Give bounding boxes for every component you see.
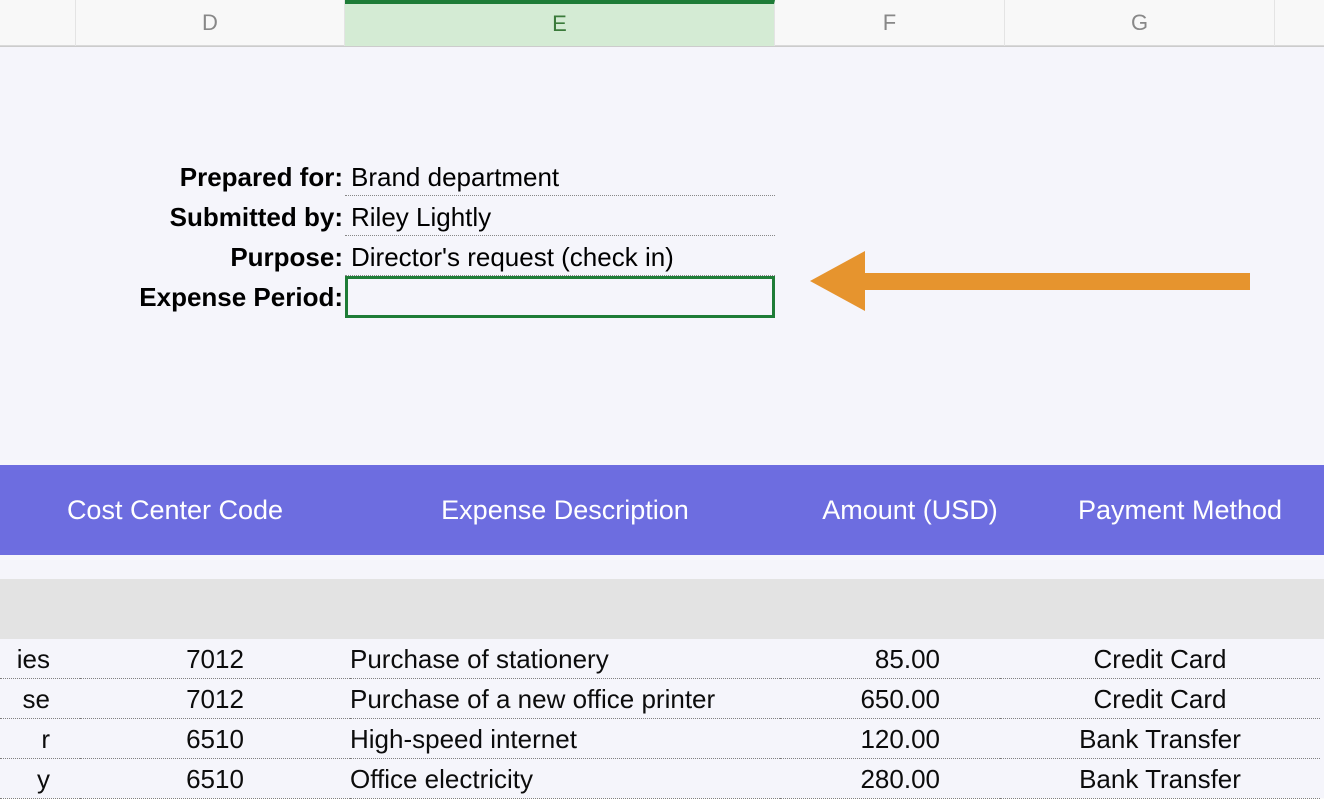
cell-category[interactable]: r <box>0 719 80 759</box>
table-row: ies7012Purchase of stationery85.00Credit… <box>0 639 1324 679</box>
column-header-F[interactable]: F <box>775 0 1005 46</box>
cell-amount[interactable]: 120.00 <box>780 719 1000 759</box>
purpose-label: Purpose: <box>0 242 345 273</box>
form-row-purpose: Purpose: Director's request (check in) <box>0 237 775 277</box>
prepared-for-label: Prepared for: <box>0 162 345 193</box>
document-body: Prepared for: Brand department Submitted… <box>0 46 1324 798</box>
column-header-G[interactable]: G <box>1005 0 1275 46</box>
header-amount: Amount (USD) <box>780 495 1040 526</box>
form-row-expense-period: Expense Period: <box>0 277 775 317</box>
submitted-by-value[interactable]: Riley Lightly <box>345 198 775 236</box>
column-header-D[interactable]: D <box>75 0 345 46</box>
cell-payment-method[interactable]: Credit Card <box>1000 639 1320 679</box>
cell-description[interactable]: Purchase of a new office printer <box>350 679 780 719</box>
cell-cost-center-code[interactable]: 7012 <box>80 679 350 719</box>
cell-description[interactable]: Office electricity <box>350 759 780 799</box>
cell-amount[interactable]: 650.00 <box>780 679 1000 719</box>
cell-category[interactable]: se <box>0 679 80 719</box>
cell-category[interactable]: y <box>0 759 80 799</box>
table-section-band <box>0 579 1324 639</box>
expense-table-body: ies7012Purchase of stationery85.00Credit… <box>0 639 1324 799</box>
header-payment: Payment Method <box>1040 495 1320 526</box>
cell-payment-method[interactable]: Credit Card <box>1000 679 1320 719</box>
header-description: Expense Description <box>350 495 780 526</box>
cell-category[interactable]: ies <box>0 639 80 679</box>
submitted-by-label: Submitted by: <box>0 202 345 233</box>
table-row: se7012Purchase of a new office printer65… <box>0 679 1324 719</box>
form-row-prepared-for: Prepared for: Brand department <box>0 157 775 197</box>
form-row-submitted-by: Submitted by: Riley Lightly <box>0 197 775 237</box>
expense-period-label: Expense Period: <box>0 282 345 313</box>
purpose-value[interactable]: Director's request (check in) <box>345 238 775 276</box>
cell-payment-method[interactable]: Bank Transfer <box>1000 759 1320 799</box>
cell-cost-center-code[interactable]: 6510 <box>80 719 350 759</box>
table-row: y6510Office electricity280.00Bank Transf… <box>0 759 1324 799</box>
expense-table-header: Cost Center Code Expense Description Amo… <box>0 465 1324 555</box>
header-cost-center: Cost Center Code <box>0 495 350 526</box>
column-header-E[interactable]: E <box>345 0 775 46</box>
cell-description[interactable]: High-speed internet <box>350 719 780 759</box>
expense-period-value[interactable] <box>345 276 775 318</box>
prepared-for-value[interactable]: Brand department <box>345 158 775 196</box>
cell-amount[interactable]: 280.00 <box>780 759 1000 799</box>
table-row: r6510High-speed internet120.00Bank Trans… <box>0 719 1324 759</box>
annotation-arrow-left-icon <box>810 246 1250 316</box>
cell-description[interactable]: Purchase of stationery <box>350 639 780 679</box>
form-block: Prepared for: Brand department Submitted… <box>0 157 775 317</box>
cell-cost-center-code[interactable]: 7012 <box>80 639 350 679</box>
spreadsheet-view: DEFG Prepared for: Brand department Subm… <box>0 0 1324 798</box>
cell-cost-center-code[interactable]: 6510 <box>80 759 350 799</box>
column-header-row: DEFG <box>0 0 1324 46</box>
cell-payment-method[interactable]: Bank Transfer <box>1000 719 1320 759</box>
cell-amount[interactable]: 85.00 <box>780 639 1000 679</box>
